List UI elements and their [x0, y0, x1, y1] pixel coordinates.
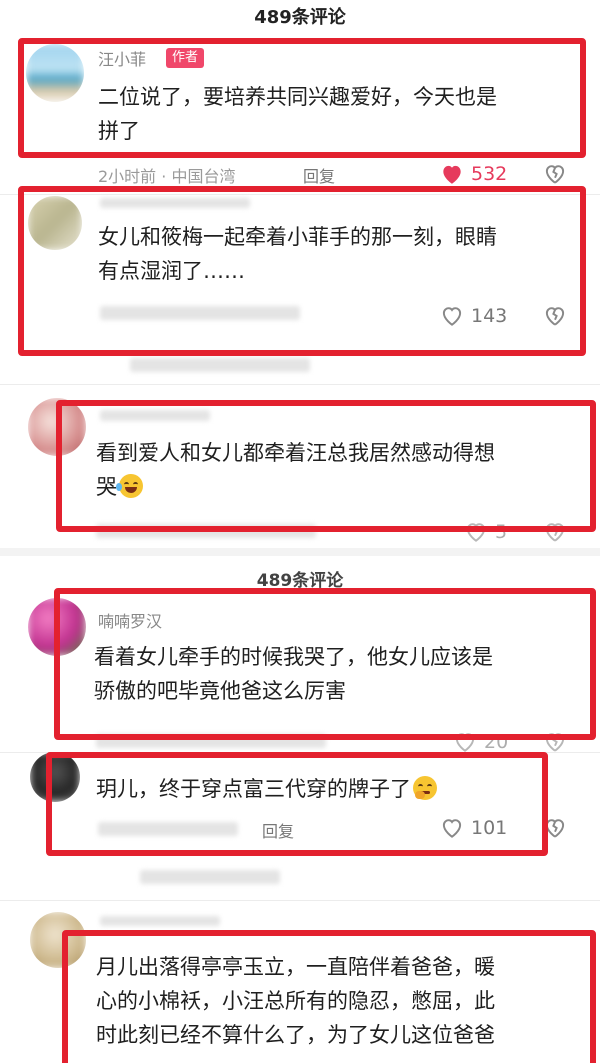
meta-blurred	[96, 734, 326, 748]
comment-text: 二位说了，要培养共同兴趣爱好，今天也是 拼了	[98, 80, 568, 148]
meta-blurred	[98, 822, 238, 836]
comment-count-title: 489条评论	[256, 571, 344, 591]
comment-line: 心的小棉袄，小汪总所有的隐忍，憋屈，此	[96, 989, 495, 1013]
username-blurred	[100, 916, 220, 926]
divider	[0, 752, 600, 753]
comments-header: 489条评论	[0, 0, 600, 36]
comment-username[interactable]: 汪小菲	[98, 46, 146, 70]
comment-line: 骄傲的吧毕竟他爸这么厉害	[94, 679, 346, 703]
heart-filled-icon	[443, 165, 461, 184]
reply-button[interactable]: 回复	[303, 163, 335, 187]
comment-line: 时此刻已经不算什么了，为了女儿这位爸爸	[96, 1023, 495, 1047]
comment-username[interactable]: 喃喃罗汉	[98, 608, 162, 632]
like-count: 20	[484, 731, 509, 753]
author-badge: 作者	[166, 48, 205, 68]
comment-text: 玥儿，终于穿点富三代穿的牌子了	[96, 772, 566, 806]
comment-line: 看着女儿牵手的时候我哭了，他女儿应该是	[94, 645, 493, 669]
comment-text: 看到爱人和女儿都牵着汪总我居然感动得想 哭	[96, 436, 566, 504]
comment-text: 女儿和筱梅一起牵着小菲手的那一刻，眼睛 有点湿润了……	[98, 220, 568, 288]
comment-line: 女儿和筱梅一起牵着小菲手的那一刻，眼睛	[98, 225, 497, 249]
username-blurred	[100, 198, 250, 208]
avatar[interactable]	[30, 752, 80, 802]
like-count: 101	[471, 817, 508, 839]
comment-line: 玥儿，终于穿点富三代穿的牌子了	[96, 772, 566, 806]
like-count: 532	[471, 163, 508, 185]
comment-line: 有点湿润了……	[98, 259, 245, 283]
meta-blurred	[96, 524, 316, 538]
comment-text: 看着女儿牵手的时候我哭了，他女儿应该是 骄傲的吧毕竟他爸这么厉害	[94, 640, 574, 708]
comments-header-repeat: 489条评论	[0, 567, 600, 595]
reply-button[interactable]: 回复	[262, 818, 294, 842]
divider	[0, 900, 600, 901]
comment-line: 拼了	[98, 119, 140, 143]
avatar[interactable]	[30, 912, 86, 968]
like-button[interactable]: 143	[439, 302, 507, 330]
meta-blurred	[100, 306, 300, 320]
like-count: 143	[471, 305, 508, 327]
comment-line: 哭	[96, 470, 566, 504]
comment-line: 二位说了，要培养共同兴趣爱好，今天也是	[98, 85, 497, 109]
screenshot-separator	[0, 548, 600, 556]
meta-blurred	[130, 358, 310, 372]
comment-line: 看到爱人和女儿都牵着汪总我居然感动得想	[96, 441, 495, 465]
comment-meta: 2小时前 · 中国台湾	[98, 167, 236, 186]
avatar[interactable]	[28, 196, 82, 250]
divider	[0, 384, 600, 385]
avatar[interactable]	[28, 398, 86, 456]
comment-text: 月儿出落得亭亭玉立，一直陪伴着爸爸，暖 心的小棉袄，小汪总所有的隐忍，憋屈，此 …	[96, 950, 576, 1052]
comment-count-title: 489条评论	[254, 7, 346, 28]
like-button[interactable]: 5	[463, 518, 507, 546]
dislike-icon[interactable]	[542, 303, 568, 329]
comment-line: 月儿出落得亭亭玉立，一直陪伴着爸爸，暖	[96, 955, 495, 979]
heart-outline-icon	[442, 819, 462, 838]
like-button[interactable]: 532	[439, 160, 507, 188]
like-count: 5	[495, 521, 508, 543]
heart-outline-icon	[466, 523, 486, 542]
heart-outline-icon	[442, 307, 462, 326]
dislike-icon[interactable]	[542, 815, 568, 841]
dislike-icon[interactable]	[542, 519, 568, 545]
thinking-emoji-icon	[413, 776, 437, 800]
divider	[0, 194, 600, 195]
like-button[interactable]: 101	[439, 814, 507, 842]
laughing-crying-emoji-icon	[116, 474, 143, 498]
meta-blurred	[140, 870, 280, 884]
username-blurred	[100, 410, 210, 421]
avatar[interactable]	[26, 44, 84, 102]
avatar[interactable]	[28, 598, 86, 656]
dislike-icon[interactable]	[542, 161, 568, 187]
